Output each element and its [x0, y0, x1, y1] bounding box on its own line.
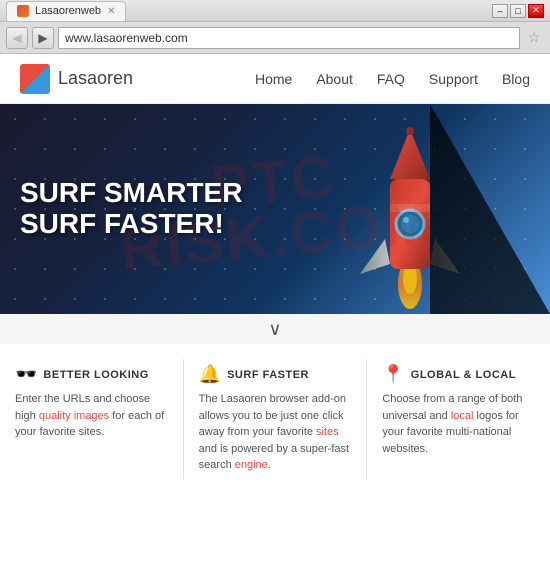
divider-1: [183, 359, 184, 479]
nav-faq[interactable]: FAQ: [377, 71, 405, 87]
minimize-button[interactable]: –: [492, 4, 508, 18]
logo-icon: [20, 64, 50, 94]
feature-surf-faster: 🔔 SURF FASTER The Lasaoren browser add-o…: [194, 359, 357, 479]
nav-about[interactable]: About: [316, 71, 353, 87]
back-button[interactable]: ◀: [6, 27, 28, 49]
site-content: Lasaoren Home About FAQ Support Blog PTC…: [0, 54, 550, 588]
feature-header-2: 🔔 SURF FASTER: [199, 364, 352, 385]
divider-2: [366, 359, 367, 479]
forward-button[interactable]: ▶: [32, 27, 54, 49]
nav-blog[interactable]: Blog: [502, 71, 530, 87]
close-button[interactable]: ✕: [528, 4, 544, 18]
site-nav: Lasaoren Home About FAQ Support Blog: [0, 54, 550, 104]
bell-icon: 🔔: [199, 364, 221, 385]
site-logo: Lasaoren: [20, 64, 133, 94]
features-section: 🕶️ BETTER LOOKING Enter the URLs and cho…: [0, 344, 550, 494]
feature-header-1: 🕶️ BETTER LOOKING: [15, 364, 168, 385]
location-pin-icon: 📍: [382, 364, 404, 385]
feature-title-1: BETTER LOOKING: [43, 369, 148, 381]
url-text: www.lasaorenweb.com: [65, 31, 188, 45]
maximize-button[interactable]: □: [510, 4, 526, 18]
sites-link[interactable]: sites: [316, 426, 339, 438]
hero-title-line1: SURF SMARTER: [20, 178, 242, 209]
engine-link[interactable]: engine: [235, 459, 268, 471]
feature-title-3: GLOBAL & LOCAL: [411, 369, 516, 381]
nav-support[interactable]: Support: [429, 71, 478, 87]
nav-links: Home About FAQ Support Blog: [255, 71, 530, 87]
feature-text-2: The Lasaoren browser add-on allows you t…: [199, 391, 352, 474]
browser-tab[interactable]: Lasaorenweb ✕: [6, 1, 126, 21]
hero-section: PTCRISK.COM SURF SMARTER SURF FASTER!: [0, 104, 550, 314]
chevron-down-icon: ∨: [268, 319, 281, 340]
feature-global-local: 📍 GLOBAL & LOCAL Choose from a range of …: [377, 359, 540, 479]
feature-header-3: 📍 GLOBAL & LOCAL: [382, 364, 535, 385]
window-controls: – □ ✕: [492, 4, 544, 18]
feature-text-1: Enter the URLs and choose high quality i…: [15, 391, 168, 441]
feature-better-looking: 🕶️ BETTER LOOKING Enter the URLs and cho…: [10, 359, 173, 479]
feature-title-2: SURF FASTER: [227, 369, 309, 381]
nav-home[interactable]: Home: [255, 71, 292, 87]
titlebar: Lasaorenweb ✕ – □ ✕: [0, 0, 550, 22]
url-input[interactable]: www.lasaorenweb.com: [58, 27, 520, 49]
bookmark-button[interactable]: ☆: [524, 28, 544, 48]
tab-close-button[interactable]: ✕: [107, 6, 115, 17]
local-link[interactable]: local: [451, 410, 474, 422]
hero-text: SURF SMARTER SURF FASTER!: [0, 158, 262, 260]
hero-overlay: [430, 104, 550, 314]
logo-text: Lasaoren: [58, 68, 133, 89]
scroll-indicator[interactable]: ∨: [0, 314, 550, 344]
feature-text-3: Choose from a range of both universal an…: [382, 391, 535, 457]
hero-title-line2: SURF FASTER!: [20, 209, 242, 240]
tab-favicon: [17, 5, 29, 17]
address-bar: ◀ ▶ www.lasaorenweb.com ☆: [0, 22, 550, 54]
sunglasses-icon: 🕶️: [15, 364, 37, 385]
tab-title: Lasaorenweb: [35, 5, 101, 17]
quality-images-link[interactable]: quality images: [39, 410, 109, 422]
